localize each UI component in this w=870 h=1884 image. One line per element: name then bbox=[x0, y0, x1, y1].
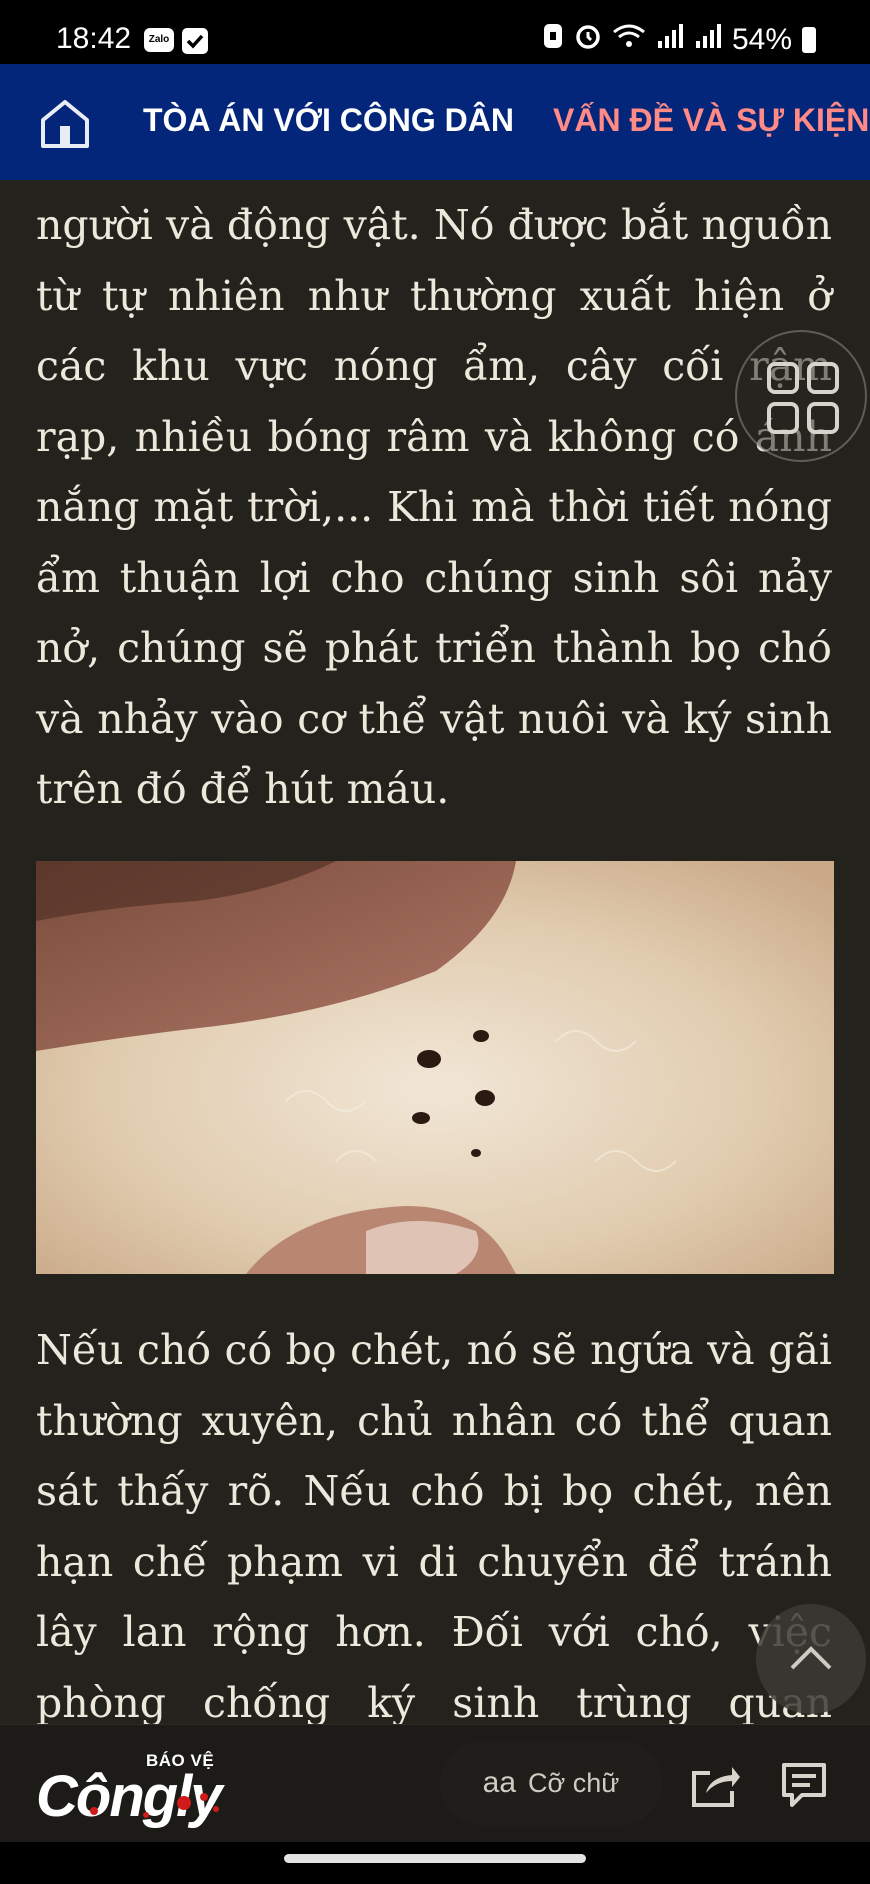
nav-header: TÒA ÁN VỚI CÔNG DÂN VẤN ĐỀ VÀ SỰ KIỆN bbox=[0, 64, 870, 180]
system-nav-bar bbox=[0, 1842, 870, 1884]
share-icon[interactable] bbox=[688, 1759, 742, 1809]
grid-icon bbox=[767, 362, 839, 434]
floating-menu-button[interactable] bbox=[735, 330, 867, 462]
scroll-to-top-button[interactable] bbox=[756, 1604, 866, 1714]
wifi-icon bbox=[612, 23, 646, 57]
nav-item-van-de[interactable]: VẤN ĐỀ VÀ SỰ KIỆN bbox=[553, 102, 869, 139]
site-logo[interactable]: BÁO VỆ Côngly bbox=[34, 1743, 254, 1829]
font-size-icon: aa bbox=[482, 1766, 517, 1799]
bottom-toolbar: BÁO VỆ Côngly aa Cỡ chữ bbox=[0, 1724, 870, 1842]
chevron-up-icon bbox=[790, 1646, 832, 1670]
home-icon[interactable] bbox=[38, 98, 92, 150]
lock-icon bbox=[542, 22, 564, 58]
comment-icon[interactable] bbox=[778, 1759, 830, 1811]
nav-item-toa-an[interactable]: TÒA ÁN VỚI CÔNG DÂN bbox=[143, 102, 514, 139]
checkbox-icon bbox=[182, 28, 208, 54]
article-paragraph: người và động vật. Nó được bắt nguồn từ … bbox=[36, 201, 832, 813]
logo-splash-icon bbox=[90, 1793, 219, 1818]
signal-icon bbox=[694, 23, 722, 57]
status-bar: 18:42 Zalo 54% bbox=[0, 0, 870, 64]
zalo-icon: Zalo bbox=[144, 28, 174, 52]
article-image bbox=[36, 861, 834, 1274]
home-indicator[interactable] bbox=[284, 1854, 586, 1863]
signal-icon bbox=[656, 23, 684, 57]
status-indicators: 54% bbox=[542, 22, 816, 58]
alarm-icon bbox=[574, 22, 602, 58]
battery-icon bbox=[802, 27, 816, 53]
status-time: 18:42 bbox=[56, 22, 132, 55]
battery-percent: 54% bbox=[731, 23, 792, 56]
font-size-label: Cỡ chữ bbox=[528, 1767, 620, 1798]
font-size-button[interactable]: aa Cỡ chữ bbox=[440, 1741, 662, 1825]
